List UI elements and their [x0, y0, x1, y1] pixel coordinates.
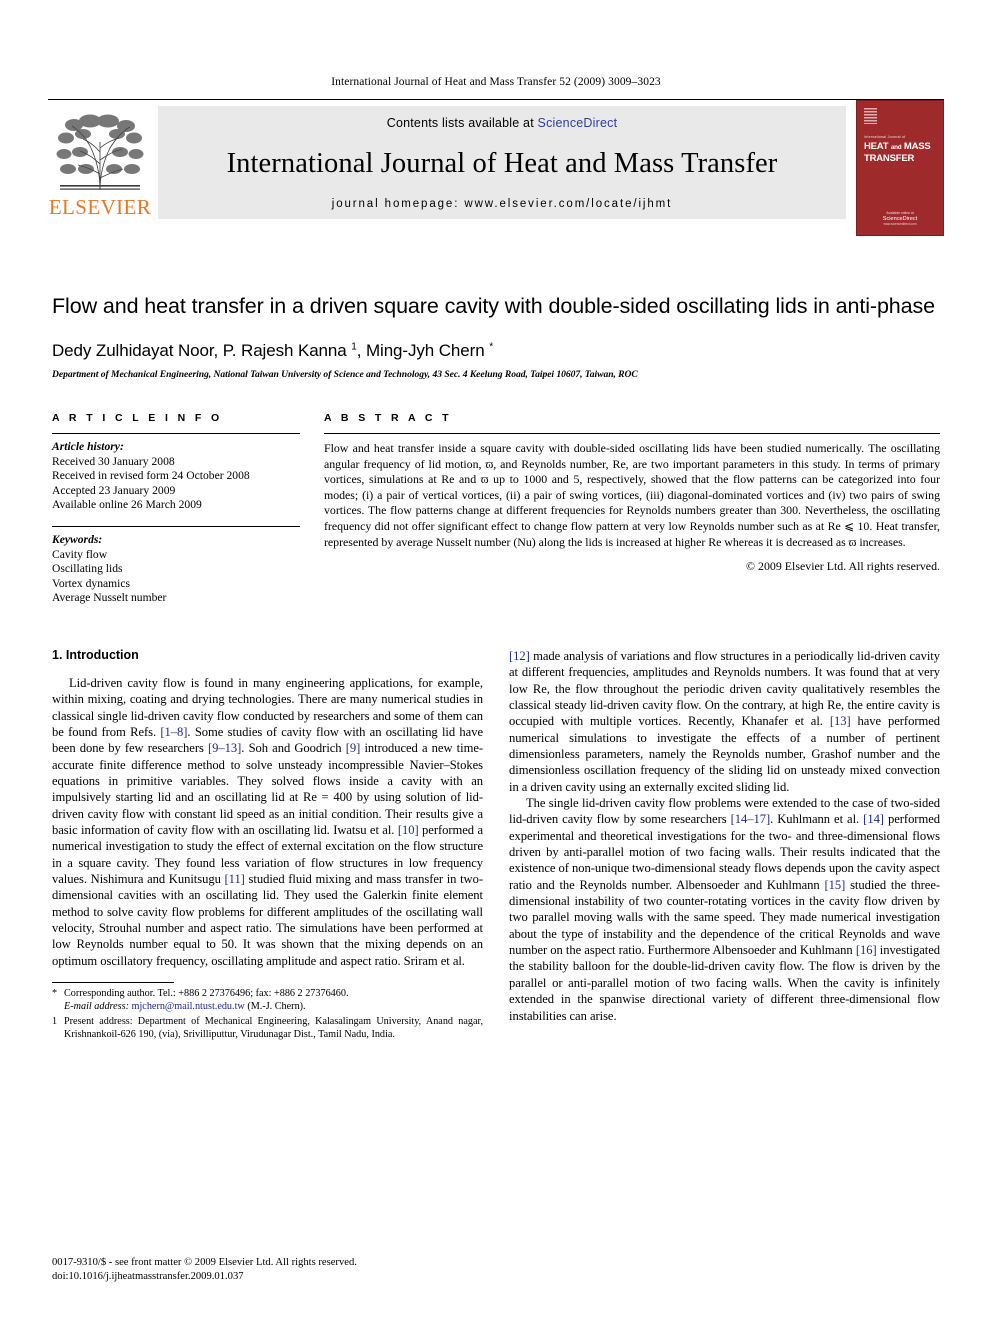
cover-foot-small: Available online at — [886, 211, 914, 215]
article-history-group: Article history: Received 30 January 200… — [52, 434, 300, 513]
sciencedirect-link[interactable]: ScienceDirect — [538, 116, 618, 130]
citation-link[interactable]: [1–8] — [160, 725, 187, 739]
body-column-right: [12] made analysis of variations and flo… — [509, 648, 940, 1041]
info-abstract-row: A R T I C L E I N F O Article history: R… — [52, 412, 940, 606]
footnote-present-address: 1 Present address: Department of Mechani… — [52, 1015, 483, 1041]
paragraph-text: The single lid-driven cavity flow proble… — [509, 796, 940, 1023]
title-block: Flow and heat transfer in a driven squar… — [52, 292, 940, 380]
page-title: Flow and heat transfer in a driven squar… — [52, 294, 936, 318]
authors-pre: Dedy Zulhidayat Noor, P. Rajesh Kanna — [52, 341, 352, 360]
citation-link[interactable]: [12] — [509, 649, 530, 663]
footnote-present-text: Present address: Department of Mechanica… — [64, 1015, 483, 1040]
paragraph: Lid-driven cavity flow is found in many … — [52, 675, 483, 969]
abstract-copyright: © 2009 Elsevier Ltd. All rights reserved… — [746, 559, 940, 574]
paragraph: The single lid-driven cavity flow proble… — [509, 795, 940, 1024]
paragraph: [12] made analysis of variations and flo… — [509, 648, 940, 795]
cover-title-and: and — [890, 144, 902, 151]
cover-title-transfer: TRANSFER — [864, 152, 915, 164]
doi-line[interactable]: doi:10.1016/j.ijheatmasstransfer.2009.01… — [52, 1270, 357, 1284]
authors-mid: , Ming-Jyh Chern — [356, 341, 490, 360]
journal-article-page: International Journal of Heat and Mass T… — [0, 0, 992, 1323]
running-head: International Journal of Heat and Mass T… — [331, 76, 661, 88]
email-label: E-mail address: — [64, 1001, 129, 1013]
keyword-item: Average Nusselt number — [52, 591, 167, 605]
cover-title: HEAT and MASS TRANSFER — [864, 141, 938, 164]
history-item: Accepted 23 January 2009 — [52, 483, 176, 497]
contents-prefix: Contents lists available at — [386, 116, 538, 130]
cover-title-mass: MASS — [903, 141, 931, 152]
elsevier-logo: ELSEVIER — [48, 106, 152, 218]
author-list: Dedy Zulhidayat Noor, P. Rajesh Kanna 1,… — [52, 341, 940, 361]
paragraph-text: [12] made analysis of variations and flo… — [509, 648, 940, 794]
elsevier-wordmark: ELSEVIER — [48, 195, 152, 219]
citation-link[interactable]: [14–17] — [731, 812, 771, 826]
citation-link[interactable]: [16] — [856, 943, 877, 957]
page-footer: 0017-9310/$ - see front matter © 2009 El… — [52, 1256, 357, 1283]
citation-link[interactable]: [15] — [824, 878, 845, 892]
abstract-heading: A B S T R A C T — [324, 412, 452, 424]
journal-homepage-link[interactable]: journal homepage: www.elsevier.com/locat… — [332, 198, 673, 210]
footnote-block: * Corresponding author. Tel.: +886 2 273… — [52, 982, 483, 1041]
cover-kicker: International Journal of — [864, 135, 906, 139]
paragraph-text: Lid-driven cavity flow is found in many … — [52, 675, 484, 968]
citation-link[interactable]: [11] — [225, 872, 245, 886]
article-info-heading: A R T I C L E I N F O — [52, 412, 223, 424]
footnote-mark-1: 1 — [52, 1015, 58, 1027]
body-column-left: 1. Introduction Lid-driven cavity flow i… — [52, 648, 483, 1041]
cover-title-heat: HEAT — [864, 141, 889, 152]
keyword-item: Oscillating lids — [52, 562, 123, 576]
masthead-center-panel: Contents lists available at ScienceDirec… — [158, 106, 846, 219]
keywords-group: Keywords: Cavity flow Oscillating lids V… — [52, 527, 300, 606]
email-link[interactable]: mjchern@mail.ntust.edu.tw — [132, 1001, 245, 1012]
citation-link[interactable]: [9–13] — [208, 741, 241, 755]
email-suffix: (M.-J. Chern). — [247, 1001, 306, 1013]
citation-link[interactable]: [13] — [830, 714, 851, 728]
corresponding-author-mark: * — [489, 341, 493, 353]
issn-line: 0017-9310/$ - see front matter © 2009 El… — [52, 1257, 357, 1268]
affiliation: Department of Mechanical Engineering, Na… — [52, 369, 638, 380]
body-columns: 1. Introduction Lid-driven cavity flow i… — [52, 648, 940, 1041]
elsevier-tree-icon — [56, 114, 144, 191]
cover-elsevier-mark-icon — [864, 108, 877, 124]
section-title-introduction: 1. Introduction — [52, 647, 139, 662]
history-item: Received 30 January 2008 — [52, 454, 175, 468]
citation-link[interactable]: [9] — [346, 741, 361, 755]
abstract-column: A B S T R A C T Flow and heat transfer i… — [324, 412, 940, 606]
contents-available-line: Contents lists available at ScienceDirec… — [387, 116, 618, 130]
keywords-label: Keywords: — [52, 532, 103, 546]
journal-cover-thumbnail: International Journal of HEAT and MASS T… — [856, 100, 944, 236]
history-item: Received in revised form 24 October 2008 — [52, 469, 250, 483]
abstract-text: Flow and heat transfer inside a square c… — [324, 441, 940, 549]
keyword-item: Cavity flow — [52, 547, 108, 561]
footnote-corresponding-text: Corresponding author. Tel.: +886 2 27376… — [64, 988, 349, 1000]
citation-link[interactable]: [14] — [863, 812, 884, 826]
cover-footer: Available online at ScienceDirect www.sc… — [857, 211, 943, 226]
journal-masthead: ELSEVIER Contents lists available at Sci… — [48, 99, 944, 236]
cover-foot-url: www.sciencedirect.com — [883, 222, 917, 226]
article-info-column: A R T I C L E I N F O Article history: R… — [52, 412, 300, 606]
history-item: Available online 26 March 2009 — [52, 498, 202, 512]
footnote-mark-asterisk: * — [52, 988, 58, 1000]
footnote-corresponding: * Corresponding author. Tel.: +886 2 273… — [52, 987, 483, 1013]
citation-link[interactable]: [10] — [398, 823, 419, 837]
journal-title: International Journal of Heat and Mass T… — [226, 148, 778, 179]
article-history-label: Article history: — [52, 440, 124, 453]
keyword-item: Vortex dynamics — [52, 576, 131, 590]
